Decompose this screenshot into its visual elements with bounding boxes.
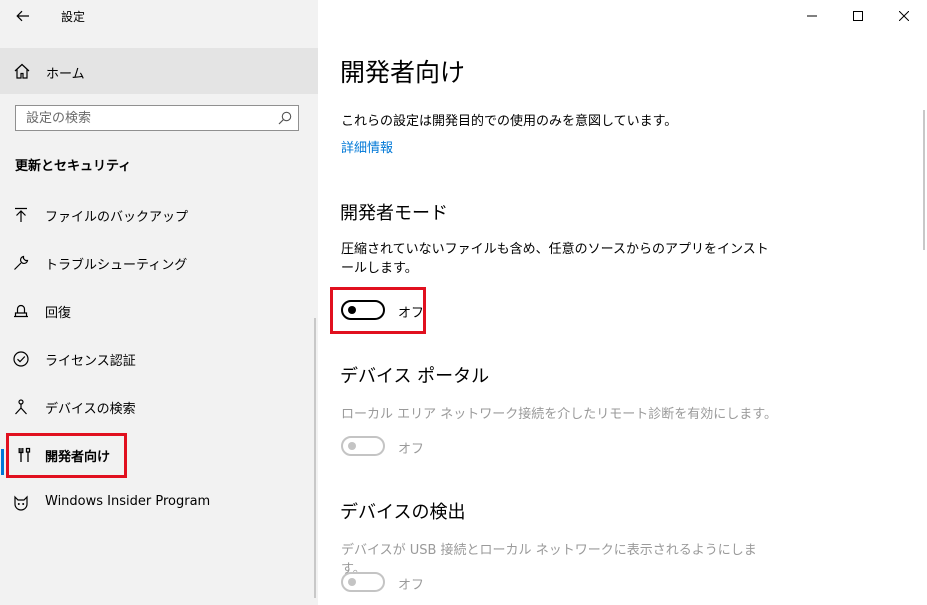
device-portal-toggle-label: オフ <box>398 442 425 457</box>
sidebar-item-backup[interactable]: ファイルのバックアップ <box>0 193 318 237</box>
sidebar-item-activation[interactable]: ライセンス認証 <box>0 337 318 381</box>
close-icon <box>899 11 909 21</box>
minimize-button[interactable] <box>789 0 835 32</box>
developer-mode-description: 圧縮されていないファイルも含め、任意のソースからのアプリをインストールします。 <box>341 242 769 276</box>
close-button[interactable] <box>881 0 927 32</box>
search-icon[interactable] <box>278 111 292 125</box>
person-locate-icon <box>15 399 27 415</box>
maximize-button[interactable] <box>835 0 881 32</box>
toggle-knob <box>348 578 356 586</box>
sidebar-item-label: トラブルシューティング <box>45 258 188 273</box>
sidebar-item-recovery[interactable]: 回復 <box>0 289 318 333</box>
home-nav-item[interactable]: ホーム <box>0 48 318 94</box>
more-info-link[interactable]: 詳細情報 <box>341 137 393 156</box>
toggle-knob <box>348 442 356 450</box>
app-title: 設定 <box>61 10 86 24</box>
minimize-icon <box>807 15 817 17</box>
device-portal-title: デバイス ポータル <box>340 366 490 387</box>
home-label: ホーム <box>46 67 85 82</box>
main-content: 開発者向け これらの設定は開発目的での使用のみを意図しています。 詳細情報 開発… <box>318 0 927 605</box>
maximize-icon <box>853 11 863 21</box>
back-button[interactable] <box>10 4 36 28</box>
backup-arrow-icon <box>15 207 27 222</box>
device-portal-description: ローカル エリア ネットワーク接続を介したリモート診断を有効にします。 <box>341 407 777 422</box>
title-bar: 設定 <box>0 0 318 32</box>
selection-indicator <box>1 449 4 475</box>
highlight-box <box>6 433 127 478</box>
sidebar-item-find-device[interactable]: デバイスの検索 <box>0 385 318 429</box>
back-arrow-icon <box>16 10 29 22</box>
sidebar-item-troubleshoot[interactable]: トラブルシューティング <box>0 241 318 285</box>
device-discovery-toggle <box>341 572 385 592</box>
page-title: 開発者向け <box>340 58 466 87</box>
recovery-icon <box>14 304 28 318</box>
sidebar-item-label: デバイスの検索 <box>45 402 136 417</box>
sidebar-scrollbar[interactable] <box>314 318 316 598</box>
highlight-box <box>330 287 426 334</box>
page-description: これらの設定は開発目的での使用のみを意図しています。 <box>341 114 678 129</box>
device-portal-toggle <box>341 436 385 456</box>
sidebar-item-insider[interactable]: Windows Insider Program <box>0 481 318 525</box>
section-title: 更新とセキュリティ <box>15 159 132 174</box>
check-circle-icon <box>13 351 29 367</box>
wrench-icon <box>14 255 29 270</box>
sidebar-item-label: ファイルのバックアップ <box>45 210 189 225</box>
insider-cat-icon <box>14 495 28 511</box>
sidebar: 設定 ホーム 更新とセキュリティ ファイルのバックアップ トラブルシューティング… <box>0 0 318 605</box>
sidebar-item-label: Windows Insider Program <box>45 494 211 509</box>
device-discovery-title: デバイスの検出 <box>340 502 466 523</box>
sidebar-item-label: 回復 <box>45 306 72 321</box>
window-controls <box>789 0 927 32</box>
home-icon <box>14 63 30 79</box>
developer-mode-title: 開発者モード <box>340 203 448 224</box>
sidebar-item-label: ライセンス認証 <box>45 354 136 369</box>
main-scrollbar[interactable] <box>923 110 925 250</box>
device-discovery-toggle-label: オフ <box>398 578 425 593</box>
search-input[interactable] <box>16 106 276 130</box>
search-box[interactable] <box>15 105 299 131</box>
